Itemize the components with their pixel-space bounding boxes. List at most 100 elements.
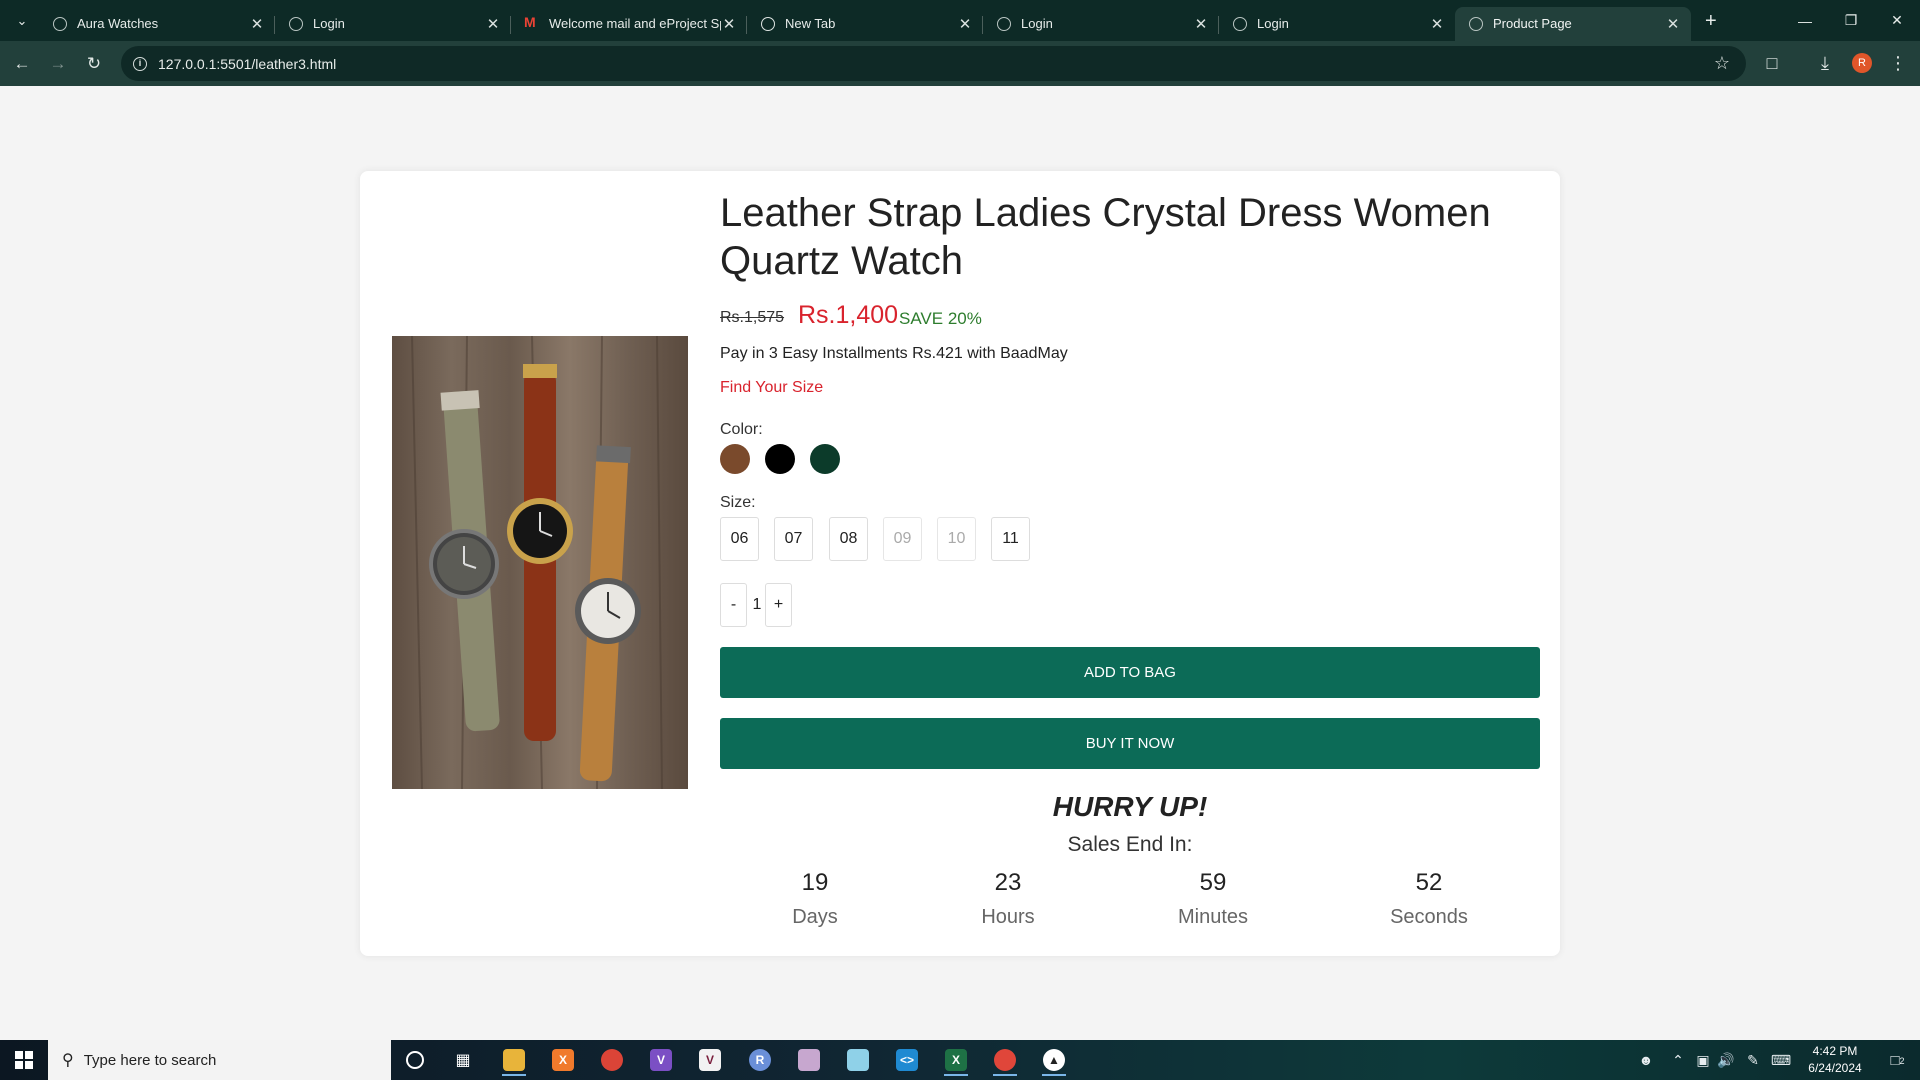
- globe-icon: [1233, 16, 1247, 31]
- tab-gmail[interactable]: Welcome mail and eProject Sp ✕: [511, 7, 747, 41]
- notepad-icon[interactable]: [838, 1044, 878, 1076]
- cortana-circle-icon[interactable]: [395, 1044, 435, 1076]
- find-your-size-link[interactable]: Find Your Size: [720, 379, 823, 397]
- reload-icon[interactable]: ↻: [76, 46, 112, 82]
- sale-price: Rs.1,400: [798, 301, 899, 329]
- download-icon[interactable]: ⤓: [1808, 46, 1842, 80]
- forward-arrow-icon[interactable]: →: [40, 46, 76, 82]
- vscode-icon[interactable]: <>: [887, 1044, 927, 1076]
- close-icon[interactable]: ✕: [957, 15, 973, 33]
- restore-icon[interactable]: ❐: [1828, 0, 1874, 41]
- size-option-07[interactable]: 07: [774, 517, 813, 561]
- product-title: Leather Strap Ladies Crystal Dress Women…: [720, 191, 1491, 283]
- bookmark-star-icon[interactable]: ☆: [1705, 46, 1739, 80]
- color-swatch-brown[interactable]: [720, 444, 750, 474]
- add-to-bag-button[interactable]: ADD TO BAG: [720, 647, 1540, 698]
- discount-badge: SAVE 20%: [899, 309, 982, 328]
- tab-title: Product Page: [1493, 16, 1572, 31]
- notification-center-icon[interactable]: □ 2: [1878, 1040, 1912, 1080]
- tab-login-3[interactable]: Login ✕: [1219, 7, 1455, 41]
- url-text: 127.0.0.1:5501/leather3.html: [158, 55, 337, 72]
- countdown-seconds-label: Seconds: [1390, 906, 1468, 928]
- tab-search-chevron-icon[interactable]: ⌄: [5, 6, 39, 36]
- extensions-puzzle-icon[interactable]: □: [1755, 46, 1789, 80]
- globe-icon: [1469, 16, 1483, 31]
- tab-product-page[interactable]: Product Page ✕: [1455, 6, 1691, 41]
- globe-icon: [53, 16, 67, 31]
- close-window-icon[interactable]: ✕: [1874, 0, 1920, 41]
- address-bar[interactable]: i 127.0.0.1:5501/leather3.html: [121, 46, 1746, 81]
- r-studio-icon[interactable]: R: [740, 1044, 780, 1076]
- close-icon[interactable]: ✕: [1665, 15, 1681, 33]
- chrome-app-icon[interactable]: [592, 1044, 632, 1076]
- active-indicator: [993, 1074, 1017, 1076]
- tray-chevron-up-icon[interactable]: ⌃: [1668, 1040, 1688, 1080]
- color-swatch-black[interactable]: [765, 444, 795, 474]
- size-option-06[interactable]: 06: [720, 517, 759, 561]
- sales-end-label: Sales End In:: [1067, 833, 1193, 856]
- volume-icon[interactable]: 🔊: [1715, 1040, 1737, 1080]
- quantity-decrease-button[interactable]: -: [720, 583, 747, 627]
- chrome-active-icon[interactable]: [985, 1044, 1025, 1076]
- countdown-hours-label: Hours: [981, 906, 1035, 928]
- close-icon[interactable]: ✕: [1193, 15, 1209, 33]
- site-info-icon[interactable]: i: [133, 56, 147, 71]
- close-icon[interactable]: ✕: [1429, 15, 1445, 33]
- photos-icon[interactable]: ▲: [1034, 1044, 1074, 1076]
- buy-it-now-button[interactable]: BUY IT NOW: [720, 718, 1540, 769]
- size-option-11[interactable]: 11: [991, 517, 1030, 561]
- quantity-value: 1: [752, 596, 762, 613]
- close-icon[interactable]: ✕: [485, 15, 501, 33]
- tab-aura-watches[interactable]: Aura Watches ✕: [39, 7, 275, 41]
- clock-date: 6/24/2024: [1808, 1061, 1862, 1075]
- profile-avatar[interactable]: R: [1845, 46, 1879, 80]
- visual-studio-icon[interactable]: V: [641, 1044, 681, 1076]
- countdown-seconds-value: 52: [1415, 869, 1443, 896]
- browser-menu-icon[interactable]: ⋮: [1881, 46, 1915, 80]
- pen-icon[interactable]: ✎: [1742, 1040, 1764, 1080]
- countdown-minutes-value: 59: [1199, 869, 1227, 896]
- keyboard-icon[interactable]: ⌨: [1768, 1040, 1794, 1080]
- tab-new-tab[interactable]: New Tab ✕: [747, 7, 983, 41]
- clock-time: 4:42 PM: [1812, 1044, 1858, 1058]
- new-tab-plus-icon[interactable]: +: [1705, 10, 1717, 33]
- color-swatch-green[interactable]: [810, 444, 840, 474]
- tab-login-1[interactable]: Login ✕: [275, 7, 511, 41]
- notification-count: 2: [1899, 1055, 1905, 1066]
- tab-title: Login: [1257, 16, 1289, 31]
- close-icon[interactable]: ✕: [721, 15, 737, 33]
- quantity-increase-button[interactable]: +: [765, 583, 792, 627]
- network-icon[interactable]: ▣: [1692, 1040, 1714, 1080]
- vs-code-alt-icon[interactable]: V: [690, 1044, 730, 1076]
- file-explorer-icon[interactable]: [494, 1044, 534, 1076]
- search-icon: ⚲: [62, 1052, 74, 1069]
- tab-login-2[interactable]: Login ✕: [983, 7, 1219, 41]
- tab-title: New Tab: [785, 16, 836, 31]
- size-option-08[interactable]: 08: [829, 517, 868, 561]
- minimize-icon[interactable]: —: [1782, 0, 1828, 41]
- tab-title: Login: [313, 16, 345, 31]
- tab-title: Welcome mail and eProject Sp: [549, 16, 721, 31]
- windows-start-icon[interactable]: [0, 1040, 48, 1080]
- countdown-days-value: 19: [801, 869, 829, 896]
- size-option-09[interactable]: 09: [883, 517, 922, 561]
- taskbar-clock[interactable]: 4:42 PM 6/24/2024: [1795, 1043, 1875, 1077]
- excel-icon[interactable]: X: [936, 1044, 976, 1076]
- close-icon[interactable]: ✕: [249, 15, 265, 33]
- app-icon-mixed[interactable]: [789, 1044, 829, 1076]
- taskbar-search-box[interactable]: ⚲ Type here to search: [48, 1040, 391, 1080]
- active-indicator: [502, 1074, 526, 1076]
- countdown-days-label: Days: [792, 906, 838, 928]
- back-arrow-icon[interactable]: ←: [4, 46, 40, 82]
- size-option-10[interactable]: 10: [937, 517, 976, 561]
- product-card: Leather Strap Ladies Crystal Dress Women…: [360, 171, 1560, 956]
- profile-initial: R: [1852, 53, 1872, 73]
- installments-text: Pay in 3 Easy Installments Rs.421 with B…: [720, 345, 1068, 362]
- browser-toolbar: ← → ↻ i 127.0.0.1:5501/leather3.html ☆ □…: [0, 41, 1920, 86]
- active-indicator: [944, 1074, 968, 1076]
- xampp-icon[interactable]: X: [543, 1044, 583, 1076]
- people-icon[interactable]: ☻: [1634, 1040, 1658, 1080]
- size-label: Size:: [720, 494, 756, 511]
- search-placeholder: Type here to search: [83, 1051, 217, 1069]
- task-view-icon[interactable]: ▦: [443, 1044, 483, 1076]
